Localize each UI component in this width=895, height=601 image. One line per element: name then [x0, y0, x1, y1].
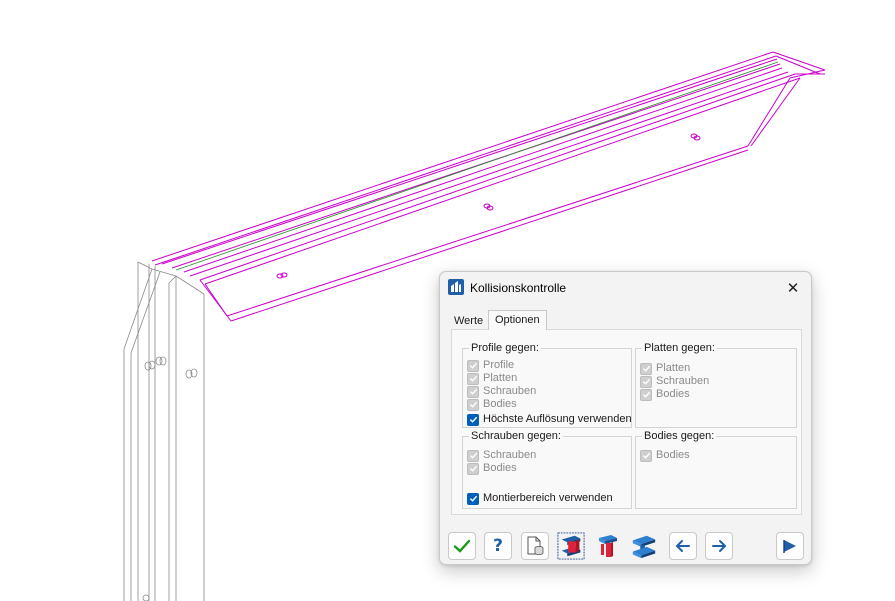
group-bodies-title: Bodies gegen:	[642, 430, 717, 442]
select-profile-blue-icon	[632, 535, 656, 559]
select-profile-blue-button[interactable]	[630, 532, 658, 560]
bolt-icon	[599, 535, 617, 557]
select-profile-red-icon	[557, 532, 585, 560]
ok-check-icon	[453, 539, 471, 553]
checkbox-disabled	[640, 449, 652, 462]
checkbox-profile-bodies[interactable]: Bodies	[467, 398, 517, 411]
dialog-titlebar[interactable]: Kollisionskontrolle ✕	[440, 272, 811, 304]
checkbox-platten-platten[interactable]: Platten	[640, 362, 690, 375]
options-panel: Profile gegen: Profile Platten Schrauben…	[451, 329, 802, 515]
group-platten-title: Platten gegen:	[642, 342, 717, 354]
bolt-button[interactable]	[594, 532, 622, 560]
checkbox-label: Schrauben	[483, 449, 537, 461]
checkbox-label: Bodies	[483, 462, 517, 474]
ok-button[interactable]	[448, 532, 476, 560]
tab-werte[interactable]: Werte	[447, 312, 490, 330]
group-schrauben-title: Schrauben gegen:	[469, 430, 563, 442]
select-profile-red-button[interactable]	[557, 532, 585, 560]
document-database-button[interactable]	[521, 532, 549, 560]
dialog-title: Kollisionskontrolle	[470, 281, 567, 295]
arrow-right-icon	[712, 540, 727, 552]
checkbox-montierbereich[interactable]: Montierbereich verwenden	[467, 492, 613, 505]
group-schrauben: Schrauben gegen: Schrauben Bodies Montie…	[462, 430, 632, 509]
checkbox-schrauben-schrauben[interactable]: Schrauben	[467, 449, 536, 462]
tab-optionen[interactable]: Optionen	[488, 310, 547, 330]
checkbox-checked	[467, 413, 479, 426]
checkbox-label: Schrauben	[656, 375, 710, 387]
checkbox-profile-platten[interactable]: Platten	[467, 372, 517, 385]
group-profile-title: Profile gegen:	[469, 342, 541, 354]
checkbox-disabled	[467, 385, 479, 398]
help-icon: ?	[493, 536, 503, 556]
checkbox-label: Schrauben	[483, 385, 537, 397]
checkbox-bodies-bodies[interactable]: Bodies	[640, 449, 690, 462]
building-icon	[448, 279, 464, 295]
checkbox-label: Bodies	[483, 398, 517, 410]
checkbox-platten-bodies[interactable]: Bodies	[640, 388, 690, 401]
checkbox-disabled	[467, 449, 479, 462]
checkbox-platten-schrauben[interactable]: Schrauben	[640, 375, 709, 388]
close-icon: ✕	[786, 280, 800, 297]
checkbox-disabled	[467, 398, 479, 411]
checkbox-disabled	[467, 462, 479, 475]
previous-button[interactable]	[669, 532, 697, 560]
checkbox-label: Profile	[483, 359, 515, 371]
checkbox-disabled	[640, 375, 652, 388]
help-button[interactable]: ?	[484, 532, 512, 560]
checkbox-schrauben-bodies[interactable]: Bodies	[467, 462, 517, 475]
checkbox-label: Bodies	[656, 388, 690, 400]
document-database-icon	[527, 536, 544, 555]
checkbox-disabled	[467, 372, 479, 385]
flag-arrow-icon	[783, 540, 796, 553]
checkbox-label: Bodies	[656, 449, 690, 461]
checkbox-profile-schrauben[interactable]: Schrauben	[467, 385, 536, 398]
checkbox-disabled	[640, 362, 652, 375]
collision-check-dialog: Kollisionskontrolle ✕ Werte Optionen Pro…	[439, 271, 812, 565]
checkbox-checked	[467, 492, 479, 505]
checkbox-disabled	[640, 388, 652, 401]
checkbox-hoechste-aufloesung[interactable]: Höchste Auflösung verwenden	[467, 413, 632, 426]
checkbox-label: Platten	[483, 372, 518, 384]
checkbox-label: Höchste Auflösung verwenden	[483, 413, 632, 425]
checkbox-label: Montierbereich verwenden	[483, 492, 613, 504]
group-profile: Profile gegen: Profile Platten Schrauben…	[462, 342, 632, 428]
group-bodies: Bodies gegen: Bodies	[635, 430, 797, 509]
checkbox-label: Platten	[656, 362, 691, 374]
arrow-left-icon	[675, 540, 690, 552]
checkbox-disabled	[467, 359, 479, 372]
next-button[interactable]	[705, 532, 733, 560]
close-button[interactable]: ✕	[781, 276, 805, 300]
group-platten: Platten gegen: Platten Schrauben Bodies	[635, 342, 797, 428]
flag-button[interactable]	[776, 532, 804, 560]
column-wireframe	[123, 261, 205, 601]
checkbox-profile-profile[interactable]: Profile	[467, 359, 514, 372]
